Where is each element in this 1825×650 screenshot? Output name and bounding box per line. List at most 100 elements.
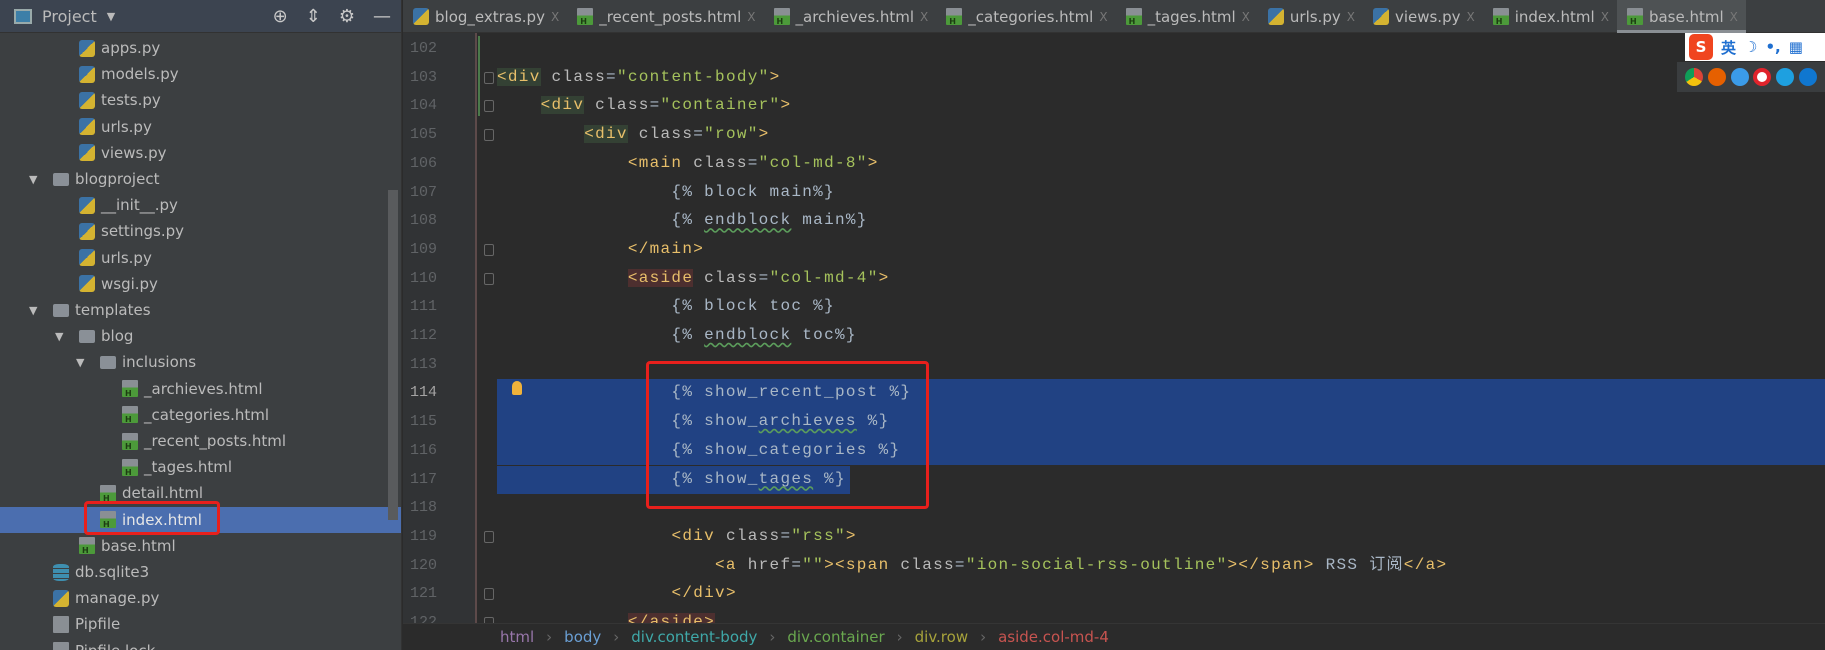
close-tab-icon[interactable]: X <box>1242 10 1250 24</box>
tree-item[interactable]: _categories.html <box>0 402 401 428</box>
line-number: 117 <box>410 470 438 488</box>
breadcrumb-item[interactable]: div.container <box>787 628 884 646</box>
close-tab-icon[interactable]: X <box>747 10 755 24</box>
tree-item[interactable]: ▼ templates <box>0 297 401 323</box>
fold-marker-icon[interactable] <box>484 243 494 256</box>
editor-tab[interactable]: views.py X <box>1363 0 1483 33</box>
collapse-all-icon[interactable]: ⇕ <box>306 6 321 27</box>
tree-item-label: blogproject <box>75 170 160 188</box>
code-token: <aside <box>627 268 694 287</box>
annotation-box-code <box>646 361 929 509</box>
firefox-icon[interactable] <box>1707 68 1726 86</box>
editor-tabs: blog_extras.pyX_recent_posts.htmlX_archi… <box>403 0 1825 33</box>
chrome-icon[interactable] <box>1685 68 1704 86</box>
code-token: <main <box>627 153 683 172</box>
breadcrumb-item[interactable]: aside.col-md-4 <box>998 628 1109 646</box>
sidebar-scrollbar[interactable] <box>388 190 398 520</box>
code-token: "content-body" <box>616 67 770 86</box>
ie-icon[interactable] <box>1775 68 1794 86</box>
opera-icon[interactable] <box>1753 68 1772 86</box>
html-file-icon <box>1492 8 1509 26</box>
editor-tab[interactable]: base.html X <box>1616 0 1746 33</box>
line-number: 110 <box>410 269 438 287</box>
expand-arrow-icon[interactable]: ▼ <box>55 330 63 343</box>
code-line: <aside class="col-md-4"> <box>497 264 890 292</box>
tree-item[interactable]: _archieves.html <box>0 376 401 402</box>
close-tab-icon[interactable]: X <box>1730 10 1738 24</box>
tree-item[interactable]: wsgi.py <box>0 271 401 297</box>
tree-item[interactable]: ▼ inclusions <box>0 349 401 375</box>
editor-tab[interactable]: _archieves.html X <box>764 0 937 33</box>
code-token: "container" <box>660 96 781 115</box>
fold-marker-icon[interactable] <box>484 71 494 84</box>
editor-tab[interactable]: _recent_posts.html X <box>567 0 763 33</box>
edge-icon[interactable] <box>1798 68 1817 86</box>
close-tab-icon[interactable]: X <box>551 10 559 24</box>
expand-arrow-icon[interactable]: ▼ <box>76 356 84 369</box>
chevron-down-icon[interactable]: ▼ <box>107 10 115 23</box>
code-token: > <box>758 125 770 144</box>
tree-item[interactable]: urls.py <box>0 114 401 140</box>
close-tab-icon[interactable]: X <box>1347 10 1355 24</box>
locate-icon[interactable]: ⊕ <box>273 6 288 27</box>
code-token: = <box>780 526 792 545</box>
editor-tab[interactable]: blog_extras.py X <box>403 0 567 33</box>
tree-item[interactable]: tests.py <box>0 87 401 113</box>
project-title[interactable]: Project <box>42 7 97 26</box>
keyboard-icon[interactable]: ▦ <box>1789 38 1803 56</box>
ime-language[interactable]: 英 <box>1721 37 1736 58</box>
breadcrumb-item[interactable]: div.row <box>915 628 968 646</box>
breadcrumb-item[interactable]: div.content-body <box>631 628 757 646</box>
editor-tab[interactable]: _categories.html X <box>936 0 1115 33</box>
close-tab-icon[interactable]: X <box>1099 10 1107 24</box>
code-token: > <box>769 67 781 86</box>
tree-item[interactable]: manage.py <box>0 585 401 611</box>
tree-item[interactable]: models.py <box>0 61 401 87</box>
close-tab-icon[interactable]: X <box>920 10 928 24</box>
tree-item[interactable]: db.sqlite3 <box>0 559 401 585</box>
breadcrumb-item[interactable]: html <box>500 628 534 646</box>
punctuation-icon[interactable]: •, <box>1765 38 1780 56</box>
expand-arrow-icon[interactable]: ▼ <box>29 304 37 317</box>
editor-tab[interactable]: index.html X <box>1483 0 1617 33</box>
tree-item[interactable]: _tages.html <box>0 454 401 480</box>
lightbulb-icon[interactable] <box>512 381 522 395</box>
editor-tab[interactable]: urls.py X <box>1258 0 1363 33</box>
line-number: 114 <box>410 384 438 402</box>
minimize-icon[interactable]: — <box>373 6 391 27</box>
tree-item-label: manage.py <box>75 589 160 608</box>
code-token: > <box>867 153 879 172</box>
py-file-icon <box>79 275 95 293</box>
tab-label: _recent_posts.html <box>599 7 742 26</box>
tree-item[interactable]: Pipfile <box>0 611 401 637</box>
fold-marker-icon[interactable] <box>484 588 494 601</box>
fold-marker-icon[interactable] <box>484 272 494 285</box>
editor-tab[interactable]: _tages.html X <box>1116 0 1258 33</box>
tree-item[interactable]: views.py <box>0 140 401 166</box>
expand-arrow-icon[interactable]: ▼ <box>29 173 37 186</box>
tree-item[interactable]: __init__.py <box>0 192 401 218</box>
fold-marker-icon[interactable] <box>484 100 494 113</box>
moon-icon[interactable]: ☽ <box>1744 38 1757 56</box>
code-line: <div class="row"> <box>497 120 770 148</box>
code-token: endblock <box>704 326 792 344</box>
close-tab-icon[interactable]: X <box>1601 10 1609 24</box>
safari-icon[interactable] <box>1730 68 1749 86</box>
tree-item[interactable]: apps.py <box>0 35 401 61</box>
tree-item[interactable]: settings.py <box>0 218 401 244</box>
tree-item[interactable]: ▼ blog <box>0 323 401 349</box>
tree-item[interactable]: base.html <box>0 533 401 559</box>
fold-marker-icon[interactable] <box>484 129 494 142</box>
ime-toolbar[interactable]: S 英 ☽ •, ▦ <box>1685 33 1825 61</box>
fold-marker-icon[interactable] <box>484 530 494 543</box>
tree-item[interactable]: _recent_posts.html <box>0 428 401 454</box>
tree-item[interactable]: Pipfile.lock <box>0 638 401 650</box>
tree-item[interactable]: ▼ blogproject <box>0 166 401 192</box>
code-line: <a href=""><span class="ion-social-rss-o… <box>497 551 1447 579</box>
gear-icon[interactable]: ⚙ <box>339 6 355 27</box>
close-tab-icon[interactable]: X <box>1466 10 1474 24</box>
tree-item[interactable]: urls.py <box>0 245 401 271</box>
breadcrumb-item[interactable]: body <box>564 628 601 646</box>
html-file-icon <box>122 406 138 424</box>
